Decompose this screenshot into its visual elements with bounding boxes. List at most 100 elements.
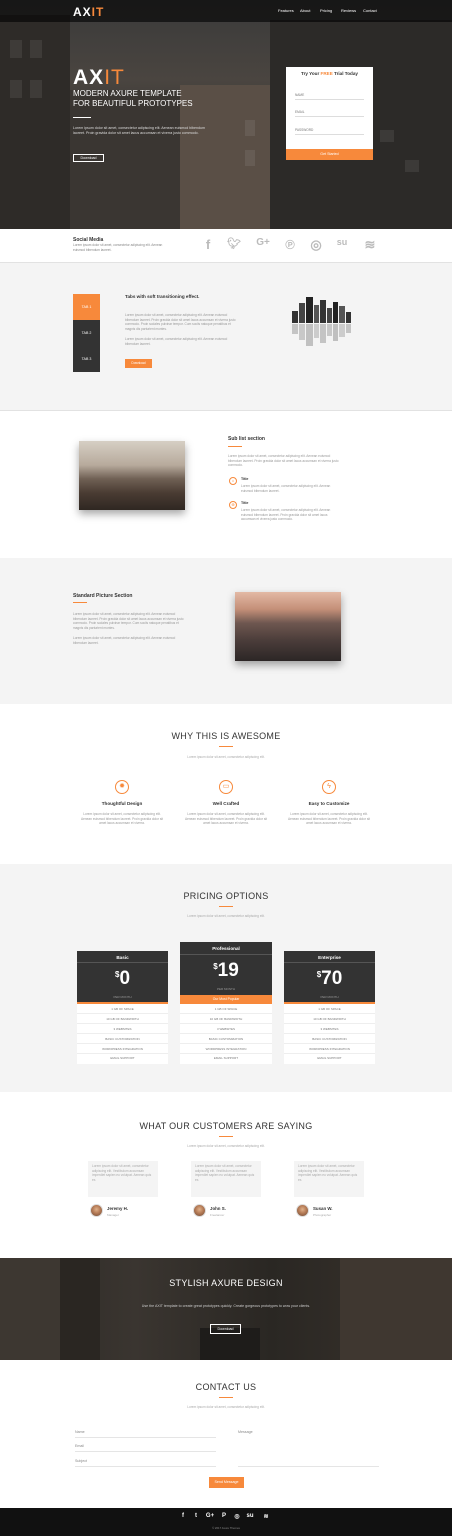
contact-subject-field[interactable]: Subject bbox=[75, 1457, 216, 1467]
standard-title: Standard Picture Section bbox=[73, 593, 133, 599]
accent-divider bbox=[219, 1397, 233, 1398]
avatar bbox=[296, 1204, 309, 1217]
testimonial-role: Photographer bbox=[313, 1213, 332, 1217]
sublist-item-title: Title bbox=[241, 477, 249, 481]
send-message-button[interactable]: Send Message bbox=[209, 1477, 244, 1488]
tabs-heading: Tabs with soft transitioning effect. bbox=[125, 294, 200, 299]
trial-email-field[interactable]: EMAIL bbox=[295, 108, 364, 117]
bulb-icon: ✹ bbox=[115, 780, 129, 794]
card-divider bbox=[180, 954, 272, 955]
stumbleupon-icon[interactable]: su bbox=[334, 237, 350, 247]
stylish-download-button[interactable]: Download bbox=[210, 1324, 241, 1334]
nav-about[interactable]: About bbox=[300, 8, 310, 13]
plan-feature: 1 GB OF SPACE bbox=[284, 1005, 375, 1014]
pinterest-icon[interactable]: ℗ bbox=[282, 237, 298, 252]
avatar bbox=[193, 1204, 206, 1217]
tabs-paragraph: Lorem ipsum dolor sit amet, consectetur … bbox=[125, 313, 236, 331]
hero-title-accent: IT bbox=[104, 66, 125, 89]
lock-icon: ⊕ bbox=[229, 501, 237, 509]
contact-subtitle: Lorem ipsum dolor sit amet, consectetur … bbox=[187, 1405, 265, 1409]
twitter-icon[interactable]: t bbox=[192, 1513, 200, 1519]
feature-title: Thoughtful Design bbox=[101, 801, 143, 806]
tab-2[interactable]: TAB 2 bbox=[73, 320, 100, 346]
feature-text: Lorem ipsum dolor sit amet, consectetur … bbox=[80, 812, 164, 825]
testimonial-quote: Lorem ipsum dolor sit amet, consectetur … bbox=[294, 1161, 364, 1197]
pricing-card-enterprise: Enterprise $70 PER MONTH 1 GB OF SPACE 1… bbox=[284, 951, 375, 1064]
sublist-item-text: Lorem ipsum dolor sit amet, consectetur … bbox=[241, 484, 331, 493]
plan-amount: 19 bbox=[217, 960, 239, 981]
testimonial-name: John S. bbox=[210, 1206, 226, 1211]
plan-period: PER MONTH bbox=[217, 987, 235, 991]
plan-feature: BASIC CUSTOMIZATION bbox=[284, 1035, 375, 1044]
stylish-title: STYLISH AXURE DESIGN bbox=[169, 1278, 283, 1288]
hero-title-main: AX bbox=[73, 66, 105, 89]
card-accent-bar bbox=[284, 1002, 375, 1004]
hero-download-button[interactable]: Download bbox=[73, 154, 104, 162]
contact-message-field[interactable]: Message bbox=[238, 1428, 379, 1467]
instagram-icon[interactable]: ◎ bbox=[233, 1513, 241, 1520]
tabs-download-button[interactable]: Download bbox=[125, 359, 152, 368]
hero-window bbox=[10, 80, 22, 98]
testimonial-name: Susan W. bbox=[313, 1206, 333, 1211]
google-plus-icon[interactable]: G+ bbox=[254, 237, 272, 248]
copyright: © 2017 Axure Themes bbox=[212, 1526, 240, 1530]
accent-divider bbox=[219, 746, 233, 747]
plan-period: PER MONTH bbox=[320, 995, 339, 999]
trial-password-field[interactable]: PASSWORD bbox=[295, 126, 364, 135]
tabs-paragraph: Lorem ipsum dolor sit amet, consectetur … bbox=[125, 337, 228, 346]
logo[interactable]: AXIT bbox=[73, 5, 104, 19]
pricing-card-professional: Professional $19 PER MONTH Our Most Popu… bbox=[180, 942, 272, 1064]
nav-reviews[interactable]: Reviews bbox=[341, 8, 356, 13]
google-plus-icon[interactable]: G+ bbox=[205, 1513, 215, 1519]
instagram-icon[interactable]: ◎ bbox=[308, 237, 324, 253]
testimonial-role: Manager bbox=[107, 1213, 119, 1217]
feature-title: Well Crafted bbox=[212, 801, 240, 806]
accent-divider bbox=[219, 1136, 233, 1137]
plan-feature: EMAIL SUPPORT bbox=[110, 1056, 135, 1060]
plan-feature: BASIC CUSTOMIZATION bbox=[77, 1035, 168, 1044]
plan-feature: 10 GB OF BANDWIDTH bbox=[180, 1015, 272, 1024]
pinterest-icon[interactable]: P bbox=[220, 1513, 228, 1519]
contact-email-field[interactable]: Email bbox=[75, 1442, 216, 1452]
trial-title-pre: Try Your bbox=[301, 71, 321, 76]
wifi-icon[interactable]: ≋ bbox=[362, 237, 378, 253]
most-popular-button[interactable]: Our Most Popular bbox=[180, 995, 272, 1004]
facebook-icon[interactable]: f bbox=[179, 1513, 187, 1519]
trial-name-field[interactable]: NAME bbox=[295, 91, 364, 100]
accent-divider bbox=[73, 602, 87, 603]
wifi-icon[interactable]: ≋ bbox=[262, 1513, 270, 1520]
sublist-text: Lorem ipsum dolor sit amet, consectetur … bbox=[228, 454, 339, 467]
bolt-icon: ϟ bbox=[322, 780, 336, 794]
plan-feature: 3 WEBSITES bbox=[77, 1025, 168, 1034]
city-photo bbox=[79, 441, 185, 510]
top-nav: AXIT Features About Pricing Reviews Cont… bbox=[0, 0, 452, 22]
nav-contact[interactable]: Contact bbox=[363, 8, 377, 13]
accent-divider bbox=[219, 906, 233, 907]
hero-subtitle-line: FOR BEAUTIFUL PROTOTYPES bbox=[73, 99, 193, 108]
landing-page: AXIT Features About Pricing Reviews Cont… bbox=[0, 0, 452, 1536]
hero-window bbox=[10, 40, 22, 58]
hero-subtitle: MODERN AXURE TEMPLATE FOR BEAUTIFUL PROTO… bbox=[73, 89, 223, 109]
plan-name: Basic bbox=[116, 955, 129, 960]
monitor-icon: ▭ bbox=[219, 780, 233, 794]
standard-picture-section bbox=[0, 558, 452, 704]
hero-window bbox=[245, 120, 255, 136]
why-title: WHY THIS IS AWESOME bbox=[171, 731, 281, 741]
trial-title-accent: FREE bbox=[320, 71, 333, 76]
stylish-banner bbox=[0, 1258, 452, 1360]
facebook-icon[interactable]: f bbox=[200, 237, 216, 252]
tab-3[interactable]: TAB 3 bbox=[73, 346, 100, 372]
twitter-icon[interactable]: 🐦︎ bbox=[226, 237, 242, 250]
nav-features[interactable]: Features bbox=[278, 8, 294, 13]
tab-1[interactable]: TAB 1 bbox=[73, 294, 100, 320]
contact-name-field[interactable]: Name bbox=[75, 1428, 216, 1438]
city-skyline-image bbox=[292, 297, 351, 346]
stumbleupon-icon[interactable]: su bbox=[246, 1513, 254, 1519]
pricing-card-basic: Basic $0 PER MONTH 1 GB OF SPACE 10 GB O… bbox=[77, 951, 168, 1064]
hero-window bbox=[405, 160, 419, 172]
plan-amount: 0 bbox=[119, 968, 131, 989]
card-accent-bar bbox=[77, 1002, 168, 1004]
nav-pricing[interactable]: Pricing bbox=[320, 8, 332, 13]
get-started-button[interactable]: Get Started bbox=[286, 149, 373, 160]
testimonials-title: WHAT OUR CUSTOMERS ARE SAYING bbox=[139, 1121, 313, 1131]
